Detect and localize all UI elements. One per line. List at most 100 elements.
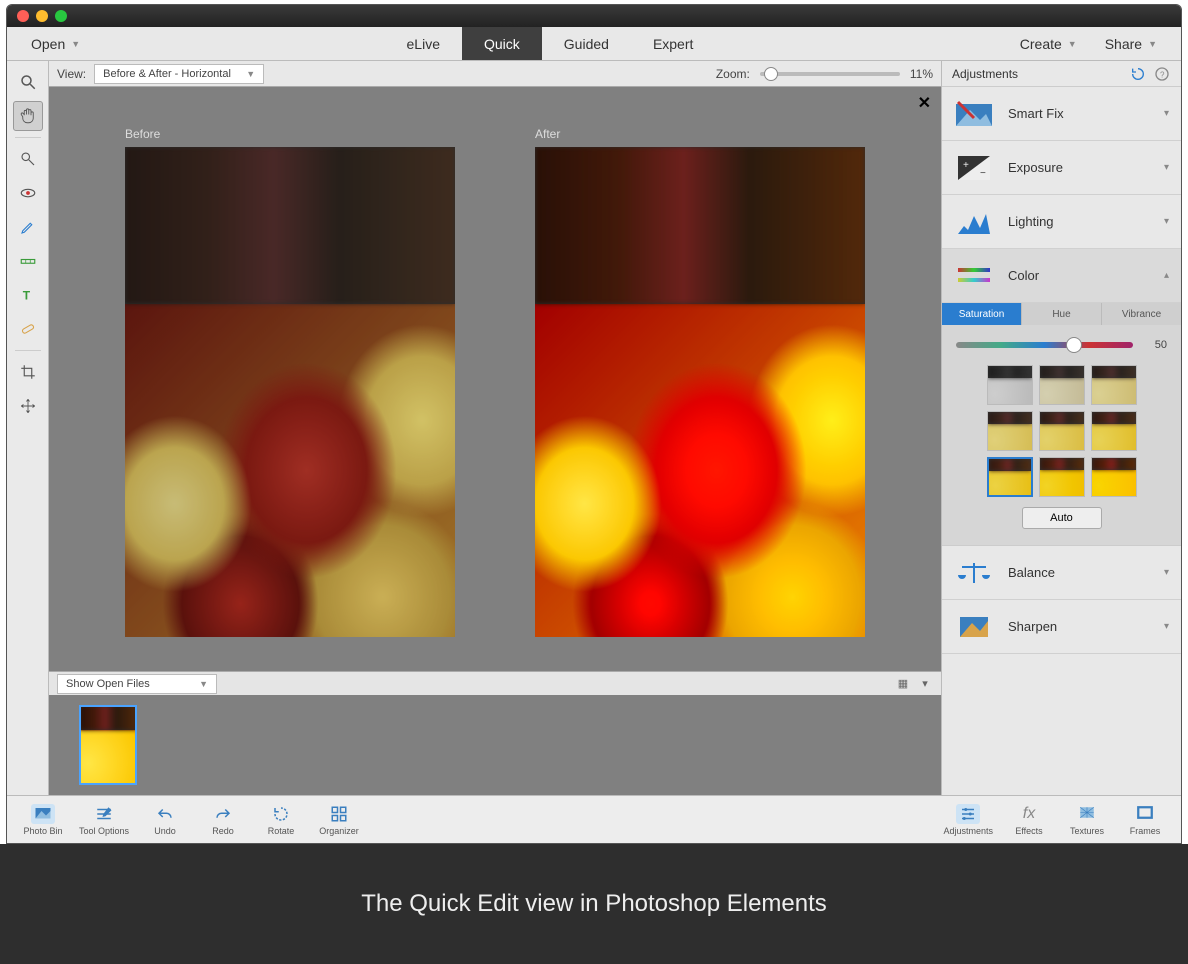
preset-selected[interactable] xyxy=(987,457,1033,497)
bb-rotate[interactable]: Rotate xyxy=(259,804,303,836)
spot-heal-tool[interactable] xyxy=(13,314,43,344)
organizer-icon xyxy=(327,804,351,824)
straighten-tool[interactable] xyxy=(13,246,43,276)
filmstrip-thumbnail[interactable] xyxy=(79,705,137,785)
chevron-down-icon: ▾ xyxy=(1164,108,1169,119)
preset[interactable] xyxy=(1039,365,1085,405)
chevron-down-icon: ▾ xyxy=(1164,567,1169,578)
crop-icon xyxy=(19,363,37,381)
hand-tool[interactable] xyxy=(13,101,43,131)
adj-balance[interactable]: Balance ▾ xyxy=(942,546,1181,600)
view-label: View: xyxy=(57,67,86,81)
smartfix-icon xyxy=(954,97,994,131)
text-tool[interactable]: T xyxy=(13,280,43,310)
zoom-slider[interactable] xyxy=(760,72,900,76)
create-menu[interactable]: Create ▼ xyxy=(1008,36,1089,52)
separator xyxy=(15,137,41,138)
bb-tool-options[interactable]: Tool Options xyxy=(79,804,129,836)
subtab-row: Saturation Hue Vibrance xyxy=(942,303,1181,325)
bb-organizer[interactable]: Organizer xyxy=(317,804,361,836)
layout-icon[interactable]: ▦ xyxy=(895,676,911,692)
share-menu[interactable]: Share ▼ xyxy=(1093,36,1169,52)
redeye-tool[interactable] xyxy=(13,178,43,208)
bb-textures[interactable]: Textures xyxy=(1065,804,1109,836)
tab-guided[interactable]: Guided xyxy=(542,27,631,60)
filmstrip-dropdown-value: Show Open Files xyxy=(66,678,150,690)
bb-frames[interactable]: Frames xyxy=(1123,804,1167,836)
preset[interactable] xyxy=(1091,457,1137,497)
zoom-slider-thumb[interactable] xyxy=(764,67,778,81)
whiten-tool[interactable] xyxy=(13,212,43,242)
bb-redo[interactable]: Redo xyxy=(201,804,245,836)
bandaid-icon xyxy=(19,320,37,338)
preset[interactable] xyxy=(987,411,1033,451)
preset[interactable] xyxy=(1091,411,1137,451)
bb-label: Undo xyxy=(154,826,176,836)
bb-undo[interactable]: Undo xyxy=(143,804,187,836)
subtab-hue[interactable]: Hue xyxy=(1022,303,1102,325)
filmstrip-dropdown[interactable]: Show Open Files ▼ xyxy=(57,674,217,694)
saturation-slider-thumb[interactable] xyxy=(1066,337,1082,353)
chevron-down-icon[interactable]: ▾ xyxy=(917,676,933,692)
subtab-vibrance[interactable]: Vibrance xyxy=(1102,303,1181,325)
view-dropdown[interactable]: Before & After - Horizontal ▼ xyxy=(94,64,264,84)
preset[interactable] xyxy=(987,365,1033,405)
svg-text:+: + xyxy=(963,160,969,171)
window-close-button[interactable] xyxy=(17,10,29,22)
caption-text: The Quick Edit view in Photoshop Element… xyxy=(361,890,827,918)
chevron-down-icon: ▼ xyxy=(246,69,255,79)
rotate-icon xyxy=(269,804,293,824)
after-label: After xyxy=(535,127,865,141)
adjustments-title: Adjustments xyxy=(952,67,1018,81)
saturation-value: 50 xyxy=(1143,339,1167,351)
tab-expert[interactable]: Expert xyxy=(631,27,715,60)
bb-label: Textures xyxy=(1070,826,1104,836)
bb-label: Frames xyxy=(1130,826,1161,836)
preset[interactable] xyxy=(1091,365,1137,405)
reset-icon[interactable] xyxy=(1129,65,1147,83)
bb-label: Adjustments xyxy=(943,826,993,836)
subtab-saturation[interactable]: Saturation xyxy=(942,303,1022,325)
exposure-icon: +− xyxy=(954,151,994,185)
adj-smartfix[interactable]: Smart Fix ▾ xyxy=(942,87,1181,141)
svg-text:−: − xyxy=(980,168,986,179)
preset[interactable] xyxy=(1039,457,1085,497)
bb-adjustments[interactable]: Adjustments xyxy=(943,804,993,836)
crop-tool[interactable] xyxy=(13,357,43,387)
chevron-down-icon: ▾ xyxy=(1164,621,1169,632)
bb-label: Organizer xyxy=(319,826,359,836)
bb-effects[interactable]: fx Effects xyxy=(1007,804,1051,836)
chevron-down-icon: ▼ xyxy=(71,39,80,49)
bb-photo-bin[interactable]: Photo Bin xyxy=(21,804,65,836)
adj-sharpen[interactable]: Sharpen ▾ xyxy=(942,600,1181,654)
canvas[interactable]: ✕ Before After xyxy=(49,87,941,671)
help-icon[interactable]: ? xyxy=(1153,65,1171,83)
move-tool[interactable] xyxy=(13,391,43,421)
window-maximize-button[interactable] xyxy=(55,10,67,22)
tab-elive[interactable]: eLive xyxy=(385,27,462,60)
zoom-value: 11% xyxy=(910,67,933,81)
brush-icon xyxy=(19,218,37,236)
open-menu[interactable]: Open ▼ xyxy=(19,36,92,52)
preset[interactable] xyxy=(1039,411,1085,451)
before-label: Before xyxy=(125,127,455,141)
svg-text:T: T xyxy=(22,289,30,303)
adj-label: Lighting xyxy=(1008,214,1054,229)
effects-icon: fx xyxy=(1017,804,1041,824)
close-document-button[interactable]: ✕ xyxy=(918,93,931,113)
move-icon xyxy=(19,397,37,415)
textures-icon xyxy=(1075,804,1099,824)
adj-label: Color xyxy=(1008,268,1039,283)
window-minimize-button[interactable] xyxy=(36,10,48,22)
tab-quick[interactable]: Quick xyxy=(462,27,542,60)
svg-text:?: ? xyxy=(1160,70,1165,79)
quick-select-tool[interactable] xyxy=(13,144,43,174)
zoom-tool[interactable] xyxy=(13,67,43,97)
auto-button[interactable]: Auto xyxy=(1022,507,1102,529)
adj-lighting[interactable]: Lighting ▾ xyxy=(942,195,1181,249)
chevron-up-icon: ▴ xyxy=(1164,270,1169,281)
adj-color[interactable]: Color ▴ xyxy=(942,249,1181,303)
adj-exposure[interactable]: +− Exposure ▾ xyxy=(942,141,1181,195)
saturation-slider[interactable] xyxy=(956,342,1133,348)
caption: The Quick Edit view in Photoshop Element… xyxy=(0,844,1188,964)
